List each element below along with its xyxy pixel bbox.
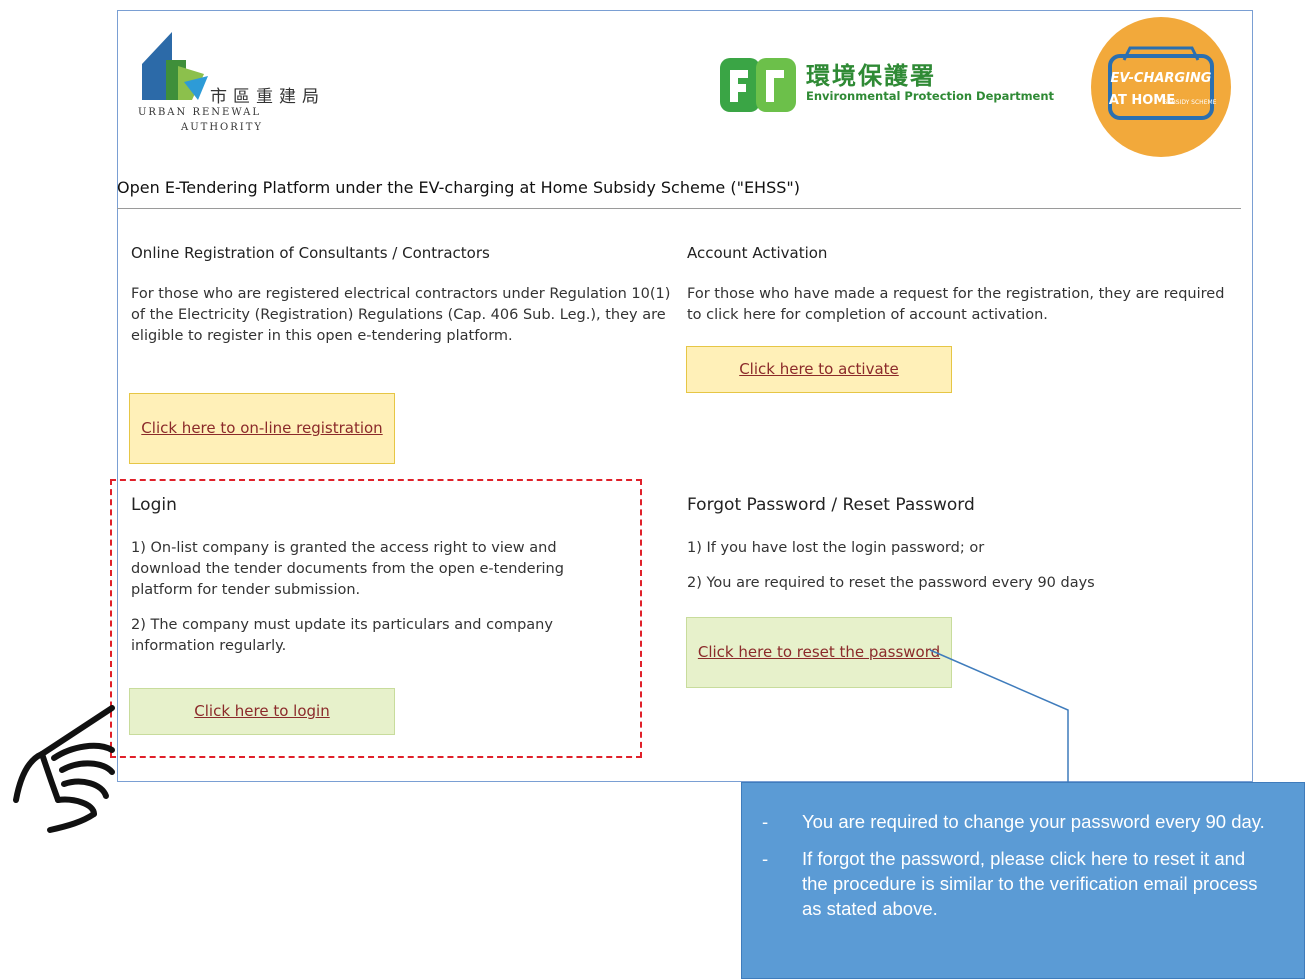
epd-name-zh: 環境保護署: [806, 62, 936, 90]
login-item-2: 2) The company must update its particula…: [131, 617, 553, 654]
ehss-badge-line3: SUBSIDY SCHEME: [1164, 99, 1217, 106]
callout-item-1: You are required to change your password…: [802, 811, 1265, 832]
pointing-hand-icon: [13, 705, 115, 833]
reset-item-2: 2) You are required to reset the passwor…: [687, 575, 1095, 591]
registration-heading: Online Registration of Consultants / Con…: [131, 244, 490, 262]
online-registration-button[interactable]: Click here to on-line registration: [129, 393, 395, 464]
activate-account-button[interactable]: Click here to activate: [686, 346, 952, 393]
registration-description: For those who are registered electrical …: [131, 286, 671, 344]
page-title: Open E-Tendering Platform under the EV-c…: [117, 178, 800, 197]
title-divider: [117, 208, 1241, 209]
callout-item: - If forgot the password, please click h…: [762, 846, 1274, 921]
ura-name-en-line1: URBAN RENEWAL: [138, 107, 261, 118]
epd-logo: [720, 58, 796, 112]
callout-box: - You are required to change your passwo…: [741, 782, 1305, 979]
callout-item-2: If forgot the password, please click her…: [802, 848, 1258, 919]
registration-text: For those who are registered electrical …: [131, 284, 671, 361]
callout-connector: [929, 649, 1069, 782]
login-heading: Login: [131, 495, 177, 515]
callout-bullet: -: [762, 848, 769, 869]
ehss-badge-line1: EV-CHARGING: [1111, 71, 1212, 86]
reset-heading: Forgot Password / Reset Password: [687, 495, 975, 515]
activation-heading: Account Activation: [687, 244, 828, 262]
epd-name-en: Environmental Protection Department: [806, 89, 1055, 103]
activation-text: For those who have made a request for th…: [687, 284, 1227, 340]
callout-bullet: -: [762, 811, 769, 832]
login-button[interactable]: Click here to login: [129, 688, 395, 735]
ura-name-zh: 市區重建局: [210, 87, 325, 107]
ura-name-en-line2: AUTHORITY: [181, 122, 263, 133]
callout-item: - You are required to change your passwo…: [762, 809, 1274, 834]
ehss-badge-logo: EV-CHARGING AT HOME SUBSIDY SCHEME: [1091, 17, 1231, 157]
activation-description: For those who have made a request for th…: [687, 286, 1225, 323]
reset-item-1: 1) If you have lost the login password; …: [687, 540, 985, 556]
reset-text: 1) If you have lost the login password; …: [687, 538, 1227, 608]
login-item-1: 1) On-list company is granted the access…: [131, 540, 564, 598]
login-text: 1) On-list company is granted the access…: [131, 538, 629, 671]
